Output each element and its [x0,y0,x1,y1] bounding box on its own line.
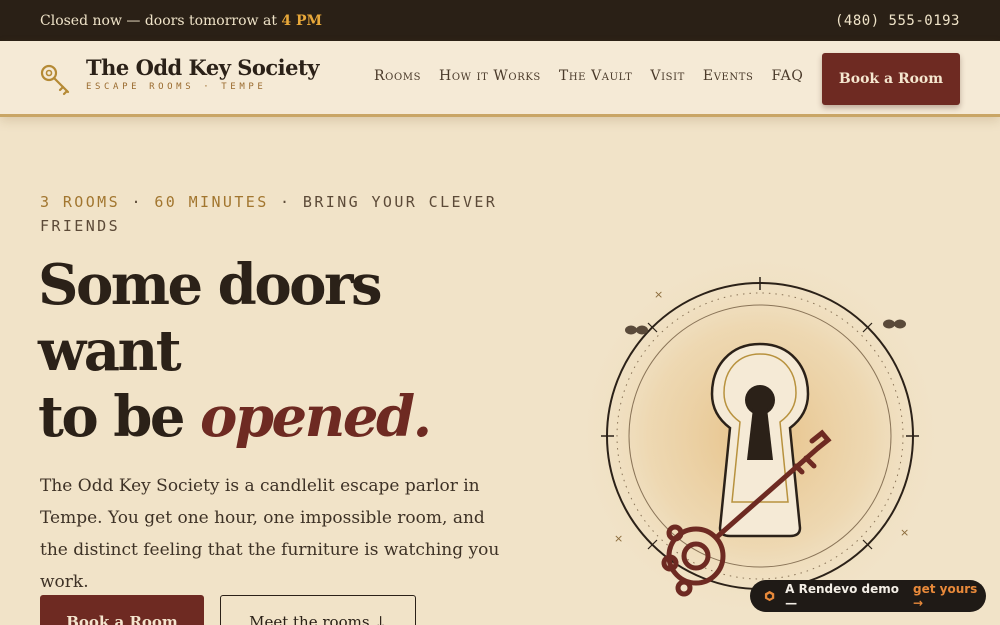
headline-line-2: want [38,318,182,384]
book-room-nav-button[interactable]: Book a Room [822,53,960,105]
hero-headline: Some doors want to be opened. [38,252,558,450]
hero-description: The Odd Key Society is a candlelit escap… [40,476,500,592]
nav-item-how-it-works[interactable]: How it Works [439,68,541,84]
book-room-hero-button[interactable]: Book a Room [40,595,204,625]
svg-text:×: × [654,288,663,301]
nav-item-visit[interactable]: Visit [650,68,685,84]
main-navigation: The Odd Key Society ESCAPE ROOMS · TEMPE… [0,41,1000,117]
nav-item-the-vault[interactable]: The Vault [559,68,632,84]
headline-accent: opened. [200,384,432,450]
keyhole-icon: × × × [575,251,945,610]
brand-logo-link[interactable]: The Odd Key Society ESCAPE ROOMS · TEMPE [40,57,319,97]
meet-rooms-button[interactable]: Meet the rooms ↓ [220,595,416,625]
headline-line-1: Some doors [38,252,383,318]
brand-name: The Odd Key Society [86,55,319,80]
nav-menu: Rooms How it Works The Vault Visit Event… [374,68,803,84]
demo-badge[interactable]: A Rendevo demo — get yours → [750,580,986,612]
svg-text:×: × [614,532,623,545]
demo-badge-link[interactable]: get yours → [913,582,986,610]
demo-badge-text: A Rendevo demo — [785,582,899,610]
announcement-bar: Closed now — doors tomorrow at 4 PM (480… [0,0,1000,41]
rendevo-logo-icon [764,590,775,602]
opening-status: Closed now — doors tomorrow at 4 PM [40,13,322,29]
nav-item-events[interactable]: Events [703,68,754,84]
nav-item-faq[interactable]: FAQ [772,68,804,84]
eyebrow-minutes: 60 MINUTES [154,193,269,211]
phone-number-link[interactable]: (480) 555-0193 [835,13,960,29]
key-icon [40,64,70,96]
status-time: 4 PM [281,12,323,29]
eyebrow-rooms: 3 ROOMS [40,193,121,211]
svg-text:×: × [900,526,909,539]
headline-line-3: to be [38,384,200,450]
nav-item-rooms[interactable]: Rooms [374,68,421,84]
eyebrow-separator: · [120,193,155,211]
brand-tagline: ESCAPE ROOMS · TEMPE [86,82,267,92]
status-text: Closed now — doors tomorrow at [40,12,282,29]
hero-eyebrow: 3 ROOMS · 60 MINUTES · BRING YOUR CLEVER… [40,190,520,238]
